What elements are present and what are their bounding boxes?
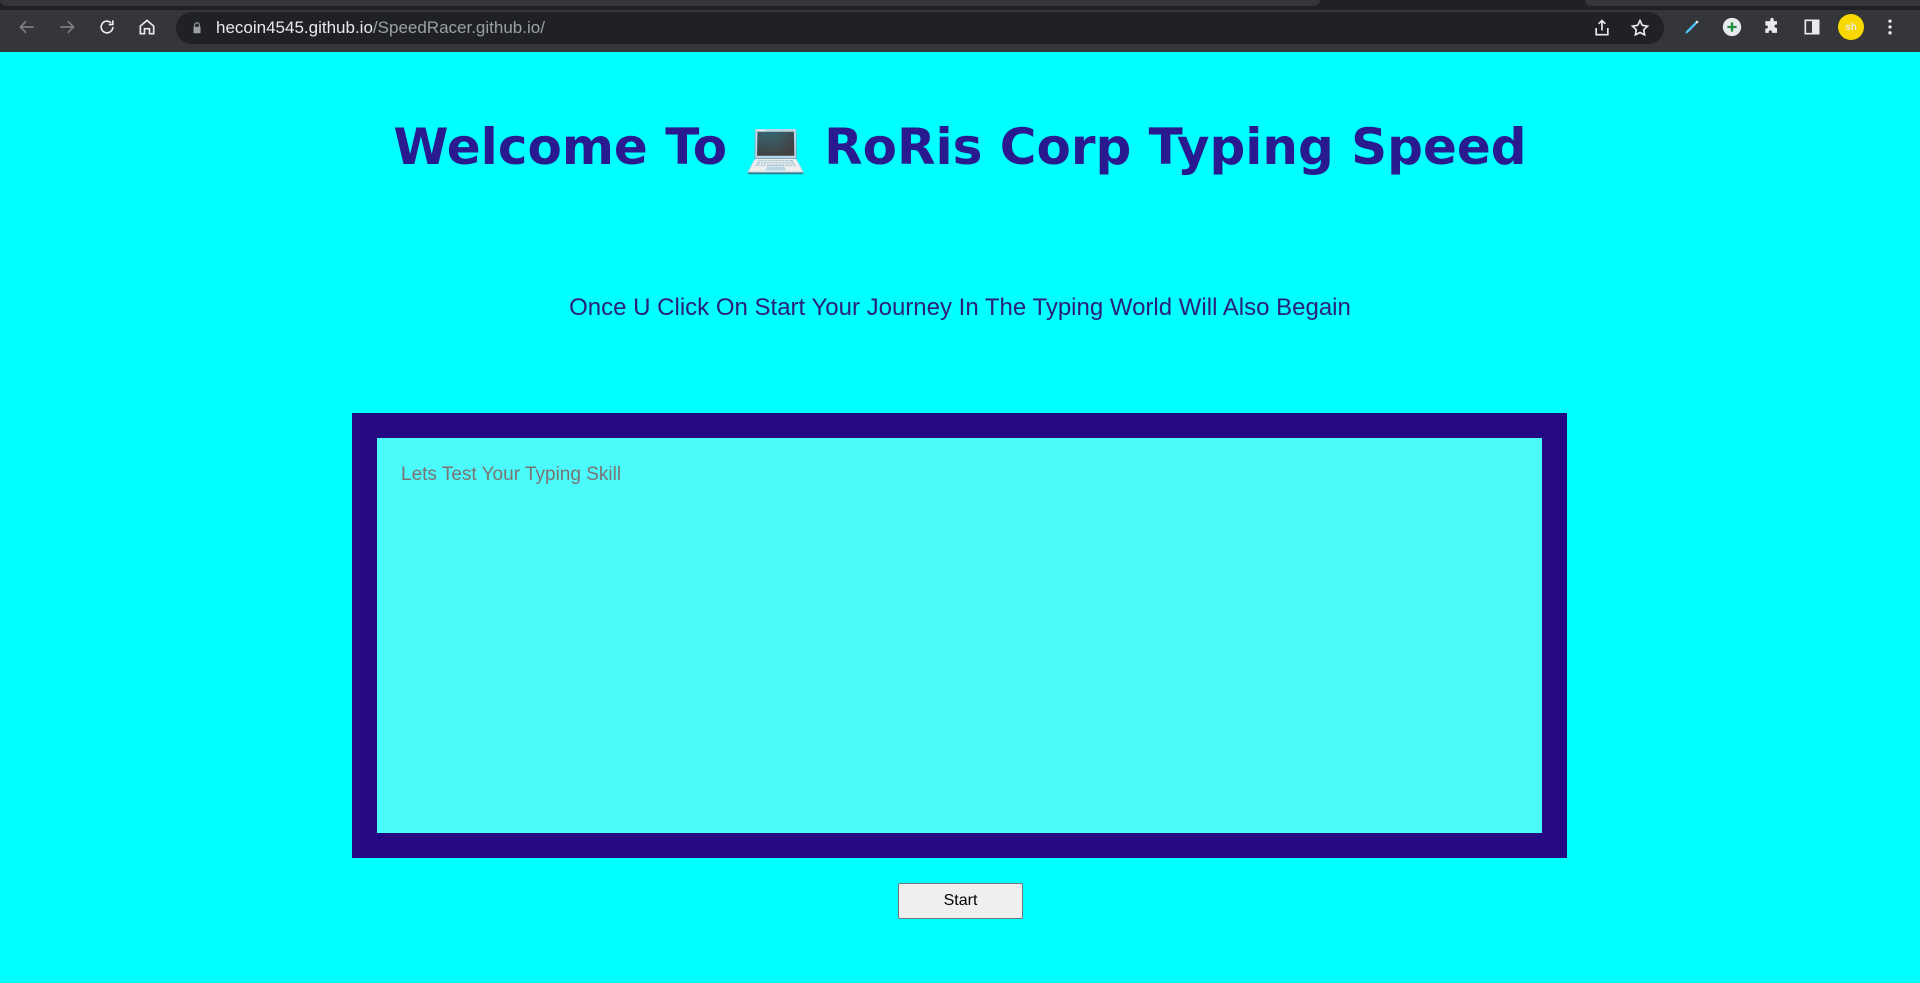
typing-textarea[interactable] [377, 438, 1542, 833]
menu-kebab-icon[interactable] [1876, 13, 1904, 41]
typing-frame [352, 413, 1567, 858]
side-panel-icon[interactable] [1798, 13, 1826, 41]
page-title: Welcome To 💻 RoRis Corp Typing Speed [393, 118, 1527, 176]
tab-strip [0, 0, 1920, 10]
bookmark-star-icon[interactable] [1628, 16, 1652, 40]
reload-button[interactable] [92, 12, 122, 42]
profile-avatar[interactable]: sh [1838, 14, 1864, 40]
home-button[interactable] [132, 12, 162, 42]
forward-button[interactable] [52, 12, 82, 42]
lock-icon [193, 22, 201, 34]
home-icon [139, 19, 155, 35]
puzzle-icon[interactable] [1758, 13, 1786, 41]
start-button[interactable]: Start [898, 883, 1023, 919]
reload-icon [100, 20, 114, 34]
share-icon[interactable] [1590, 16, 1614, 40]
tab-edge[interactable] [1585, 0, 1920, 6]
page-subtitle: Once U Click On Start Your Journey In Th… [569, 294, 1351, 321]
omnibox-actions [1590, 16, 1652, 40]
arrow-left-icon [19, 20, 34, 34]
url-path: /SpeedRacer.github.io/ [372, 18, 545, 37]
address-bar[interactable]: hecoin4545.github.io/SpeedRacer.github.i… [176, 12, 1664, 44]
active-tab-edge[interactable] [0, 0, 1320, 6]
back-button[interactable] [12, 12, 42, 42]
browser-toolbar: hecoin4545.github.io/SpeedRacer.github.i… [0, 0, 1920, 52]
extensions-area: sh [1678, 13, 1904, 41]
arrow-right-icon [60, 20, 75, 34]
pen-extension-icon[interactable] [1678, 13, 1706, 41]
url-host: hecoin4545.github.io [216, 18, 373, 37]
plus-extension-icon[interactable] [1718, 13, 1746, 41]
